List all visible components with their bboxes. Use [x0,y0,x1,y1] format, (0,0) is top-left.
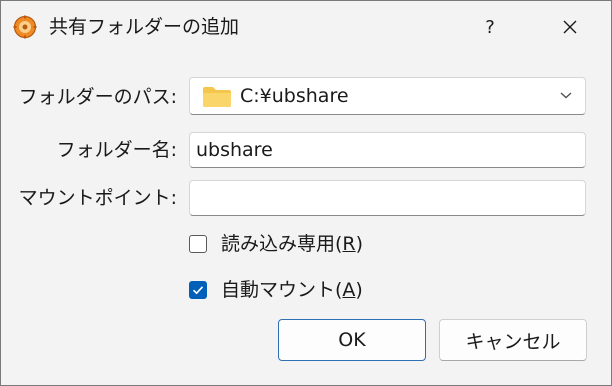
readonly-label: 読み込み専用(R) [221,233,364,255]
automount-label: 自動マウント(A) [221,279,363,301]
ok-button[interactable]: OK [278,319,426,361]
readonly-checkbox[interactable] [189,235,207,253]
folder-name-label: フォルダー名: [56,139,177,161]
folder-path-label: フォルダーのパス: [18,86,177,108]
chevron-down-icon[interactable] [559,90,573,100]
title-bar: 共有フォルダーの追加 ? [1,1,611,53]
cancel-button[interactable]: キャンセル [439,319,587,361]
automount-checkbox[interactable] [189,281,207,299]
folder-icon [203,87,231,107]
readonly-option[interactable]: 読み込み専用(R) [189,232,363,256]
app-gear-icon [13,15,37,39]
mount-point-label: マウントポイント: [18,187,177,209]
close-icon [563,20,577,34]
add-shared-folder-dialog: 共有フォルダーの追加 ? フォルダーのパス: C:¥ubshare フォルダー名… [0,0,612,386]
mount-point-input[interactable] [189,180,586,216]
folder-path-combobox[interactable]: C:¥ubshare [189,77,586,115]
window-title: 共有フォルダーの追加 [49,16,240,38]
automount-option[interactable]: 自動マウント(A) [189,278,363,302]
folder-name-input[interactable] [189,132,586,168]
folder-path-value: C:¥ubshare [240,85,349,107]
checkmark-icon [192,286,204,295]
close-button[interactable] [552,10,588,44]
help-button[interactable]: ? [472,10,508,44]
